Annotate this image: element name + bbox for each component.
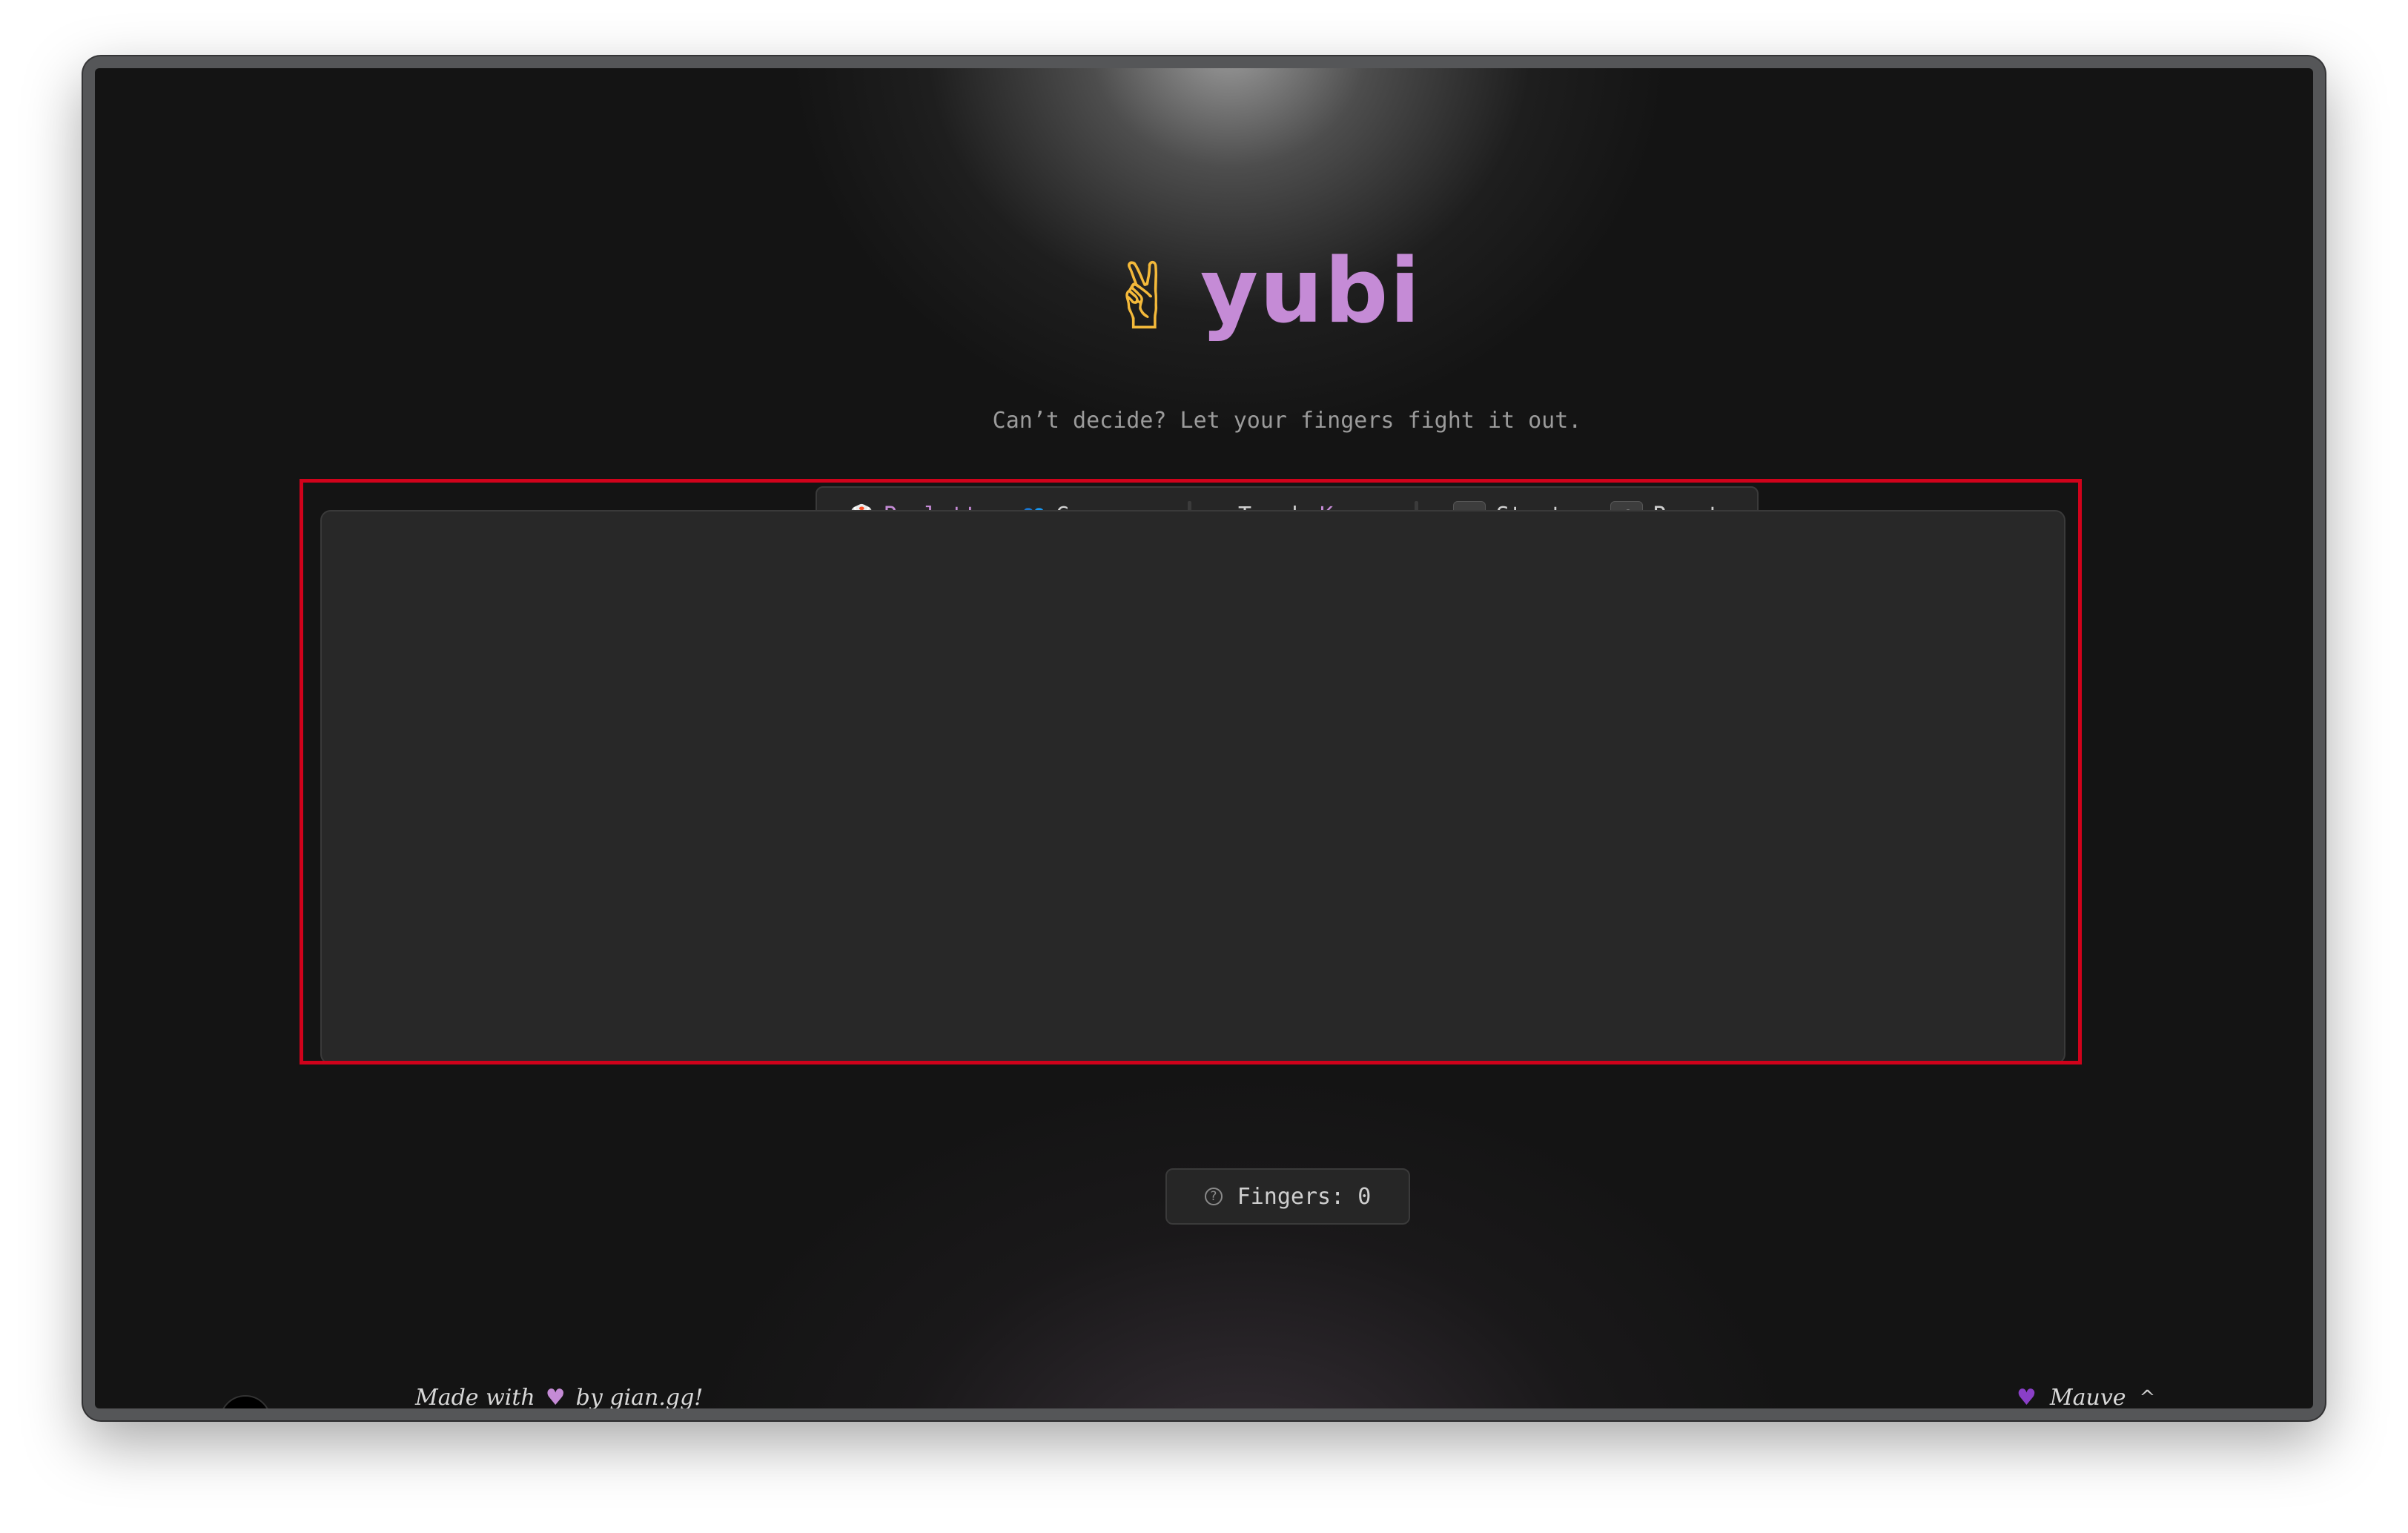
- heart-icon: ♥: [545, 1385, 566, 1408]
- chevron-up-icon: ^: [2139, 1386, 2156, 1409]
- victory-hand-icon: ✌: [1108, 227, 1175, 356]
- nextjs-badge[interactable]: N: [219, 1395, 271, 1408]
- logo: ✌ yubi: [1072, 191, 1458, 391]
- credit-link[interactable]: by gian.gg!: [576, 1385, 704, 1408]
- footer-credit: Made with ♥ by gian.gg!: [415, 1385, 703, 1408]
- tagline: Can’t decide? Let your fingers fight it …: [992, 408, 1582, 434]
- bottom-glow: [688, 1076, 1800, 1408]
- credit-prefix: Made with: [415, 1385, 535, 1408]
- fingers-counter: ? Fingers: 0: [1165, 1168, 1410, 1225]
- fingers-count: Fingers: 0: [1237, 1183, 1372, 1210]
- purple-heart-icon: ♥: [2017, 1385, 2037, 1408]
- help-icon[interactable]: ?: [1204, 1188, 1223, 1205]
- theme-selector[interactable]: ♥ Mauve ^: [2017, 1385, 2155, 1408]
- theme-label: Mauve: [2049, 1385, 2126, 1408]
- app-name: yubi: [1200, 239, 1422, 343]
- highlight-frame: [300, 479, 2082, 1065]
